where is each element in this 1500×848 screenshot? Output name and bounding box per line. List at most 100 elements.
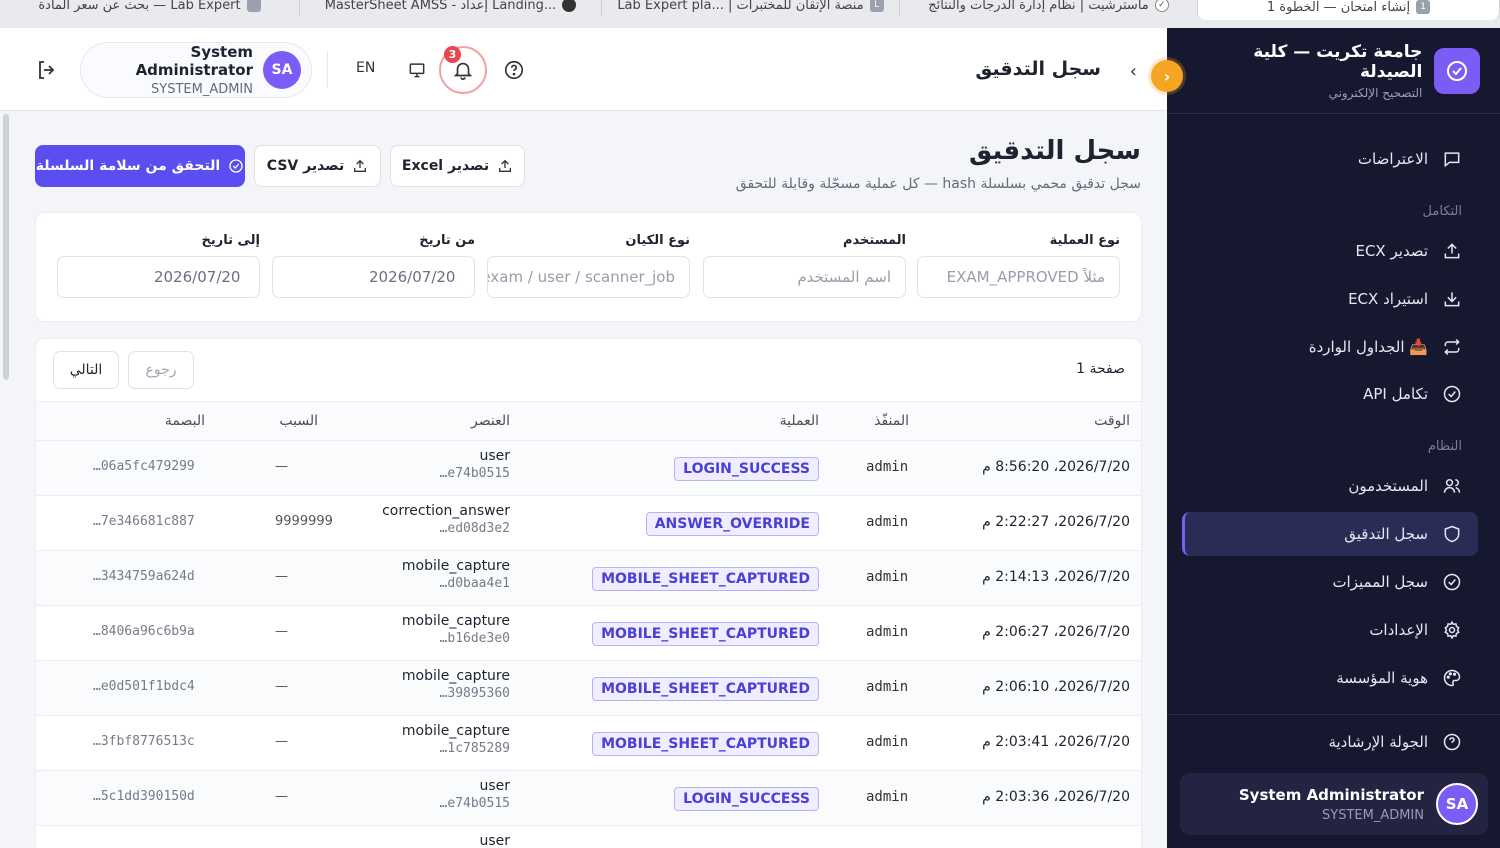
cell-reason: — — [275, 624, 288, 639]
sidebar-item-features-log[interactable]: سجل المميزات — [1182, 560, 1478, 604]
field-label: نوع العملية — [1049, 233, 1120, 248]
chevron-left-icon[interactable]: ‹ — [1130, 61, 1137, 82]
notification-badge: 3 — [444, 46, 461, 63]
browser-tab-label: إنشاء امتحان — الخطوة 1 — [1266, 0, 1411, 15]
column-header-reason: السبب — [279, 413, 318, 429]
entity-type-input[interactable]: exam / user / scanner_job — [487, 256, 690, 298]
step-favicon-icon: 1 — [1416, 0, 1431, 14]
brand-subtitle: التصحيح الإلكتروني — [1328, 85, 1423, 100]
sidebar-user-card[interactable]: SA System Administrator SYSTEM_ADMIN — [1180, 773, 1488, 835]
cell-time: 2026/7/20، 2:14:13 م — [982, 569, 1130, 585]
element-type: user — [479, 778, 510, 794]
cell-element: mobile_capture …39895360 — [402, 668, 510, 701]
field-label: من تاريخ — [419, 233, 475, 248]
browser-tab[interactable]: بحث عن سعر المادة — Lab Expert — [0, 0, 300, 16]
sidebar-item-label: سجل المميزات — [1332, 573, 1428, 591]
logout-icon[interactable] — [34, 58, 60, 82]
filter-entity-type: نوع الكيان exam / user / scanner_job — [487, 233, 690, 298]
cell-actor: admin — [866, 734, 909, 750]
sidebar-item-export-ecx[interactable]: تصدير ECX — [1182, 229, 1478, 273]
sidebar-item-incoming-sheets[interactable]: 📥 الجداول الواردة — [1182, 325, 1478, 369]
table-row[interactable]: 2026/7/20، 2:14:13 م admin MOBILE_SHEET_CA… — [36, 551, 1141, 606]
cell-time: 2026/7/20، 2:06:10 م — [982, 679, 1130, 695]
message-icon — [1444, 152, 1460, 168]
l-favicon-icon: L — [869, 0, 884, 12]
field-label: إلى تاريخ — [201, 233, 260, 248]
browser-tab[interactable]: Lab Expert pla... | منصة الإتقان للمختبر… — [602, 0, 900, 16]
cell-time: 2026/7/20، 2:03:36 م — [982, 789, 1130, 805]
prev-page-button[interactable]: رجوع — [128, 351, 194, 389]
cell-element: mobile_capture …d0baa4e1 — [402, 558, 510, 591]
operation-type-input[interactable]: مثلاً EXAM_APPROVED — [917, 256, 1120, 298]
upload-icon — [1444, 243, 1460, 259]
help-icon — [1443, 733, 1461, 751]
upload-icon — [499, 159, 512, 172]
browser-tab[interactable]: MasterSheet AMSS - إعداد Landing... — [300, 0, 602, 16]
sidebar-item-users[interactable]: المستخدمون — [1182, 464, 1478, 508]
cell-element: user — [479, 833, 510, 848]
gear-icon — [1444, 620, 1460, 640]
cell-time: 2026/7/20، 2:03:41 م — [982, 734, 1130, 750]
sidebar: جامعة تكريت — كلية الصيدلة التصحيح الإلك… — [1167, 28, 1500, 848]
filter-user: المستخدم اسم المستخدم — [703, 233, 906, 298]
table-row[interactable]: 2026/7/20، 2:06:10 م admin MOBILE_SHEET_CA… — [36, 661, 1141, 716]
sidebar-item-branding[interactable]: هوية المؤسسة — [1182, 656, 1478, 700]
table-row[interactable]: 2026/7/20، 2:03:36 م admin LOGIN_SUCCESS us… — [36, 771, 1141, 826]
to-date-input[interactable]: 2026/07/20 — [57, 256, 260, 298]
sidebar-item-settings[interactable]: الإعدادات — [1182, 608, 1478, 652]
from-date-input[interactable]: 2026/07/20 — [272, 256, 475, 298]
table-row[interactable]: user — [36, 826, 1141, 848]
check-circle-icon — [1443, 385, 1461, 403]
sidebar-item-objections[interactable]: الاعتراضات — [1182, 137, 1478, 181]
export-csv-label: تصدير CSV — [266, 158, 345, 174]
brand-logo — [1434, 47, 1480, 94]
element-id: …b16de3e0 — [439, 631, 510, 646]
browser-tab-active[interactable]: إنشاء امتحان — الخطوة 1 1 — [1198, 0, 1500, 20]
user-role: SYSTEM_ADMIN — [151, 82, 253, 97]
language-toggle[interactable]: EN — [356, 60, 375, 76]
operation-badge: MOBILE_SHEET_CAPTURED — [592, 567, 819, 591]
user-name: System Administrator — [1238, 785, 1424, 804]
sidebar-collapse-button[interactable]: › — [1151, 60, 1183, 92]
table-row[interactable]: 2026/7/20، 2:06:27 م admin MOBILE_SHEET_CA… — [36, 606, 1141, 661]
cell-element: correction_answer …ed08d3e2 — [382, 503, 510, 536]
verify-chain-button[interactable]: التحقق من سلامة السلسلة — [35, 145, 245, 187]
cell-fingerprint: …06a5fc479299 — [93, 459, 195, 474]
sidebar-item-audit-log[interactable]: سجل التدقيق — [1182, 512, 1478, 556]
table-row[interactable]: 2026/7/20، 2:03:41 م admin MOBILE_SHEET_CA… — [36, 716, 1141, 771]
sidebar-item-api-integration[interactable]: تكامل API — [1182, 372, 1478, 416]
sidebar-section-system: النظام — [1427, 439, 1462, 454]
user-input[interactable]: اسم المستخدم — [703, 256, 906, 298]
scrollbar[interactable] — [3, 114, 9, 380]
element-id: …39895360 — [439, 686, 510, 701]
cell-element: user …e74b0515 — [440, 448, 510, 481]
filter-card: نوع العملية مثلاً EXAM_APPROVED المستخدم… — [35, 212, 1142, 322]
export-excel-label: تصدير Excel — [401, 158, 490, 174]
user-chip[interactable]: System Administrator SYSTEM_ADMIN SA — [80, 42, 312, 98]
column-header-fingerprint: البصمة — [164, 413, 205, 429]
sidebar-item-import-ecx[interactable]: استيراد ECX — [1182, 277, 1478, 321]
browser-tab[interactable]: ماسترشيت | نظام إدارة الدرجات والنتائج ✓ — [900, 0, 1198, 16]
cell-time: 2026/7/20، 8:56:20 م — [982, 459, 1130, 475]
sidebar-header: جامعة تكريت — كلية الصيدلة التصحيح الإلك… — [1167, 28, 1500, 114]
export-excel-button[interactable]: تصدير Excel — [390, 145, 525, 187]
cell-element: user …e74b0515 — [440, 778, 510, 811]
help-icon[interactable] — [503, 59, 525, 81]
table-row[interactable]: 2026/7/20، 8:56:20 م admin LOGIN_SUCCESS us… — [36, 441, 1141, 496]
export-csv-button[interactable]: تصدير CSV — [254, 145, 381, 187]
cell-reason: — — [275, 569, 288, 584]
element-type: mobile_capture — [401, 613, 510, 629]
table-row[interactable]: 2026/7/20، 2:22:27 م admin ANSWER_OVERRIDE… — [36, 496, 1141, 551]
cell-reason: 9999999 — [275, 514, 333, 529]
cell-time: 2026/7/20، 2:22:27 م — [982, 514, 1130, 530]
table-header: الوقت المنفّذ العملية العنصر السبب البصم… — [36, 401, 1141, 441]
element-type: mobile_capture — [401, 723, 510, 739]
operation-badge: LOGIN_SUCCESS — [674, 457, 819, 481]
notifications-button[interactable]: 3 — [439, 46, 487, 94]
cell-fingerprint: …8406a96c6b9a — [93, 624, 195, 639]
sidebar-item-label: الإعدادات — [1369, 621, 1428, 639]
next-page-button[interactable]: التالي — [53, 351, 119, 389]
sidebar-item-guided-tour[interactable]: الجولة الإرشادية — [1182, 720, 1478, 764]
verify-chain-label: التحقق من سلامة السلسلة — [35, 158, 221, 174]
monitor-icon[interactable] — [407, 60, 427, 80]
